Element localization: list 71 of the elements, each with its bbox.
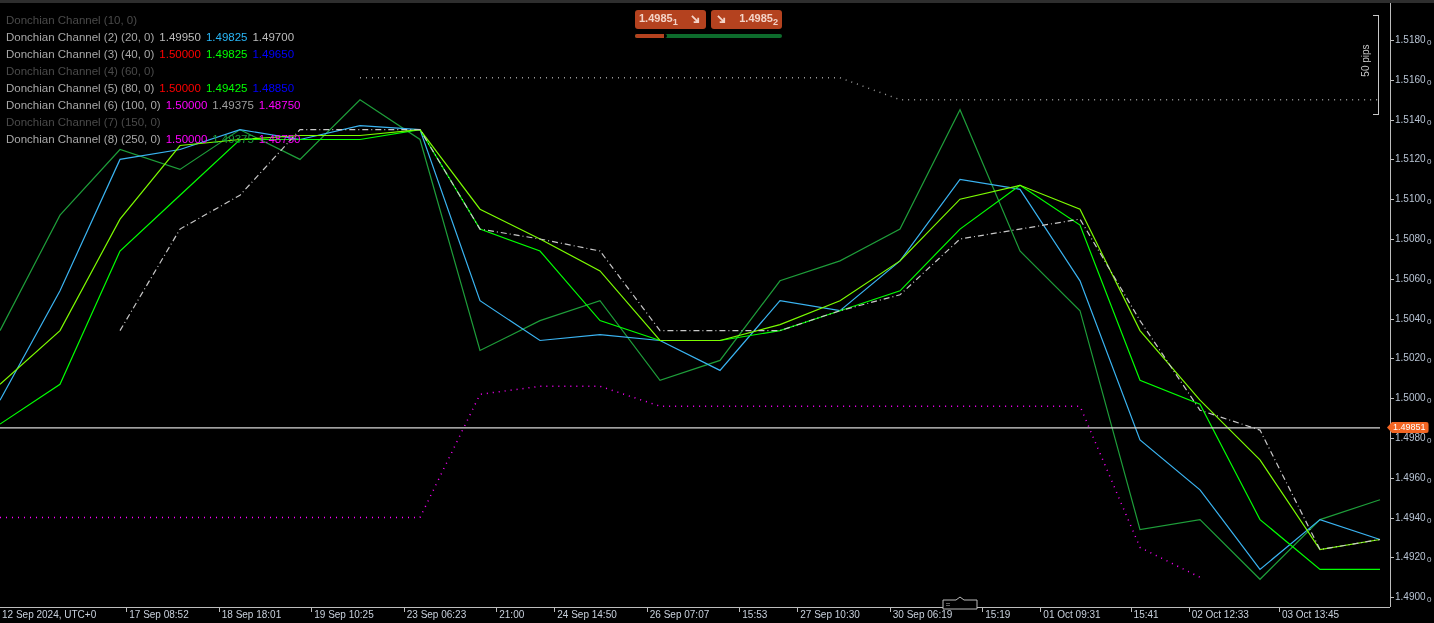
indicator-value: 1.49650	[252, 47, 295, 60]
pipette-digit: 0	[1427, 595, 1432, 605]
pipette-digit: 0	[1427, 396, 1432, 406]
price-label: 1.5020	[1395, 352, 1426, 365]
indicator-value: 1.49825	[205, 30, 248, 43]
pipette-digit: 0	[1427, 436, 1432, 446]
price-label: 1.5180	[1395, 34, 1426, 46]
pipette-digit: 0	[1427, 316, 1432, 326]
time-label: 15:53	[742, 609, 768, 620]
price-label: 1.5160	[1395, 73, 1426, 86]
indicator-value: 1.49425	[205, 81, 248, 94]
arrow-icon	[717, 15, 726, 24]
indicator-value: 1.48750	[258, 98, 301, 111]
time-label: 02 Oct 12:33	[1191, 609, 1249, 620]
time-label: 12 Sep 2024, UTC+0	[2, 609, 97, 620]
price-label: 1.5000	[1395, 392, 1426, 405]
pipette-digit: 0	[1427, 77, 1432, 87]
time-label: 21:00	[499, 609, 525, 620]
price-label: 1.4900	[1395, 591, 1426, 604]
indicator-value: 1.49700	[252, 30, 295, 43]
indicator-value: 1.50000	[165, 98, 208, 111]
indicator-label[interactable]: Donchian Channel (5) (80, 0)	[6, 81, 155, 94]
scroll-handle-icon[interactable]	[942, 596, 978, 610]
price-label: 1.4960	[1395, 471, 1426, 484]
pipette-digit: 0	[1427, 117, 1432, 127]
indicator-label[interactable]: Donchian Channel (8) (250, 0)	[6, 132, 161, 145]
time-label: 30 Sep 06:19	[892, 609, 953, 620]
price-label: 1.5080	[1395, 233, 1426, 245]
sell-button[interactable]: 1.4985$_{1}$	[635, 10, 706, 29]
pipette-digit: 0	[1427, 276, 1432, 286]
pipette-digit: 0	[1427, 157, 1432, 167]
pipette-digit: 0	[1427, 475, 1432, 485]
time-label: 15:19	[985, 609, 1011, 620]
indicator-value: 1.50000	[159, 47, 201, 60]
price-label: 1.4920	[1395, 551, 1426, 564]
pipette-digit: 0	[1427, 515, 1432, 525]
indicator-value: 1.50000	[165, 132, 208, 145]
pipette-digit: 0	[1427, 356, 1432, 366]
pipette-digit: 0	[1427, 197, 1432, 207]
indicator-value: 1.48850	[252, 81, 295, 94]
price-label: 1.5040	[1395, 312, 1426, 325]
time-label: 27 Sep 10:30	[800, 609, 860, 620]
current-price-badge: 1.49851	[1387, 421, 1429, 433]
pipette-digit: 0	[1427, 237, 1432, 246]
pipette-digit: 0	[1427, 38, 1432, 47]
pipette-digit: 0	[1427, 555, 1432, 565]
indicator-value: 1.49375	[212, 98, 254, 111]
time-label: 23 Sep 06:23	[406, 609, 467, 620]
price-label: 1.4980	[1395, 432, 1426, 445]
time-label: 24 Sep 14:50	[557, 609, 617, 620]
time-label: 01 Oct 09:31	[1043, 609, 1101, 620]
time-label: 18 Sep 18:01	[221, 609, 282, 620]
time-label: 15:41	[1133, 609, 1159, 620]
price-label: 1.5120	[1395, 153, 1426, 166]
arrow-icon	[691, 15, 700, 24]
time-label: 19 Sep 10:25	[314, 609, 374, 620]
time-label: 26 Sep 07:07	[649, 609, 710, 620]
price-label: 1.5100	[1395, 193, 1426, 206]
price-label: 1.5140	[1395, 113, 1426, 126]
time-label: 17 Sep 08:52	[129, 609, 189, 620]
price-label: 1.5060	[1395, 272, 1426, 285]
indicator-value: 1.50000	[159, 81, 201, 94]
indicator-label[interactable]: Donchian Channel (6) (100, 0)	[6, 98, 161, 111]
indicator-label[interactable]: Donchian Channel (3) (40, 0)	[6, 47, 155, 60]
indicator-label[interactable]: Donchian Channel (2) (20, 0)	[6, 30, 155, 43]
buy-button[interactable]: 1.4985$_{2}$	[711, 10, 782, 29]
indicator-value: 1.49950	[159, 30, 201, 43]
ruler-label: 50 pips	[1359, 44, 1371, 77]
price-label: 1.4940	[1395, 511, 1426, 524]
time-label: 03 Oct 13:45	[1281, 609, 1340, 620]
indicator-value: 1.49825	[205, 47, 248, 60]
